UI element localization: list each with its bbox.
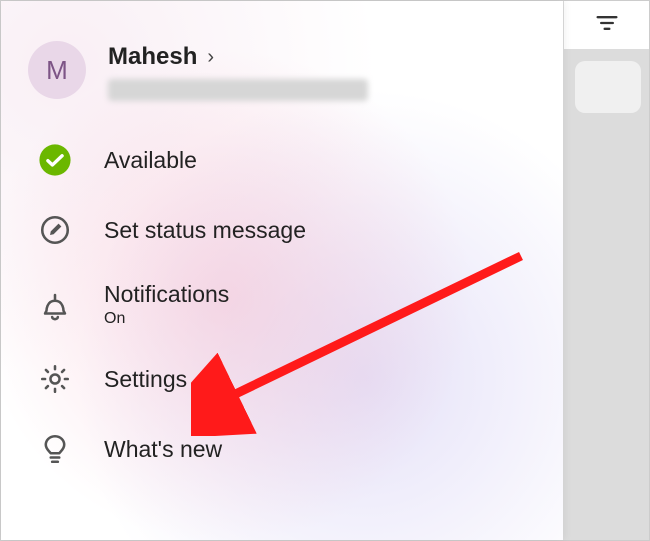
profile-name-line: Mahesh › (108, 43, 543, 71)
menu-item-available[interactable]: Available (1, 125, 563, 195)
lightbulb-icon (36, 430, 74, 468)
menu-label: Settings (104, 366, 187, 393)
menu-item-notifications[interactable]: Notifications On (1, 265, 563, 344)
menu-item-set-status[interactable]: Set status message (1, 195, 563, 265)
chevron-right-icon: › (207, 46, 214, 69)
menu-sublabel: On (104, 310, 229, 328)
edit-status-icon (36, 211, 74, 249)
bell-icon (36, 286, 74, 324)
gear-icon (36, 360, 74, 398)
menu-label: Notifications (104, 281, 229, 308)
menu-label: Set status message (104, 217, 306, 244)
filter-button[interactable] (564, 1, 649, 49)
filter-icon (593, 9, 621, 42)
account-menu-panel: M Mahesh › Available (1, 1, 563, 540)
available-status-icon (36, 141, 74, 179)
profile-row[interactable]: M Mahesh › (1, 1, 563, 125)
menu-item-settings[interactable]: Settings (1, 344, 563, 414)
menu-item-whats-new[interactable]: What's new (1, 414, 563, 484)
menu-label: What's new (104, 436, 222, 463)
profile-subtitle-redacted (108, 79, 368, 101)
menu-label: Available (104, 147, 197, 174)
profile-name: Mahesh (108, 43, 197, 71)
background-card (575, 61, 641, 113)
avatar: M (28, 41, 86, 99)
background-strip (563, 1, 649, 540)
